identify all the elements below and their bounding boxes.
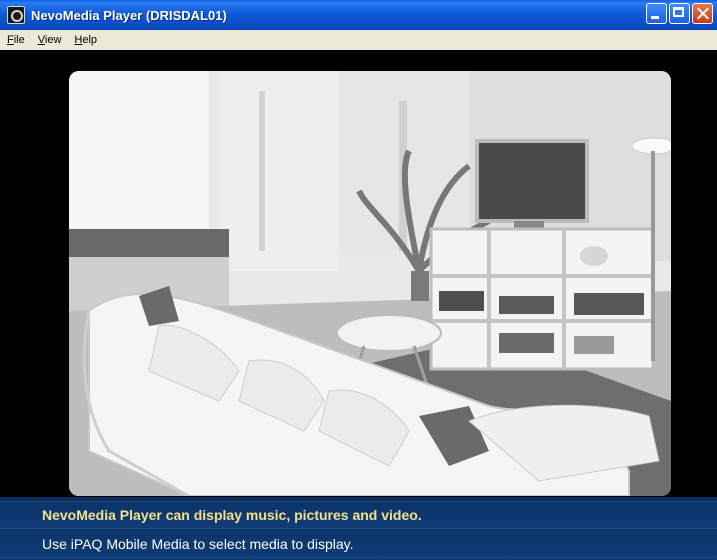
living-room-illustration (69, 71, 671, 496)
window-controls (646, 3, 713, 24)
media-viewer (0, 50, 717, 497)
status-message-primary: NevoMedia Player can display music, pict… (0, 501, 717, 529)
menu-view[interactable]: View (33, 34, 67, 46)
maximize-button[interactable] (669, 3, 690, 24)
living-room-picture (69, 71, 671, 496)
title-bar[interactable]: NevoMedia Player (DRISDAL01) (0, 0, 717, 30)
status-bar: NevoMedia Player can display music, pict… (0, 497, 717, 560)
close-button[interactable] (692, 3, 713, 24)
nevomedia-player-window: NevoMedia Player (DRISDAL01) File View H… (0, 0, 717, 560)
menu-help[interactable]: Help (69, 34, 102, 46)
menu-bar: File View Help (0, 30, 717, 50)
status-message-secondary: Use iPAQ Mobile Media to select media to… (0, 530, 717, 558)
menu-file[interactable]: File (2, 34, 30, 46)
app-icon[interactable] (7, 6, 25, 24)
window-title: NevoMedia Player (DRISDAL01) (31, 7, 227, 23)
minimize-button[interactable] (646, 3, 667, 24)
